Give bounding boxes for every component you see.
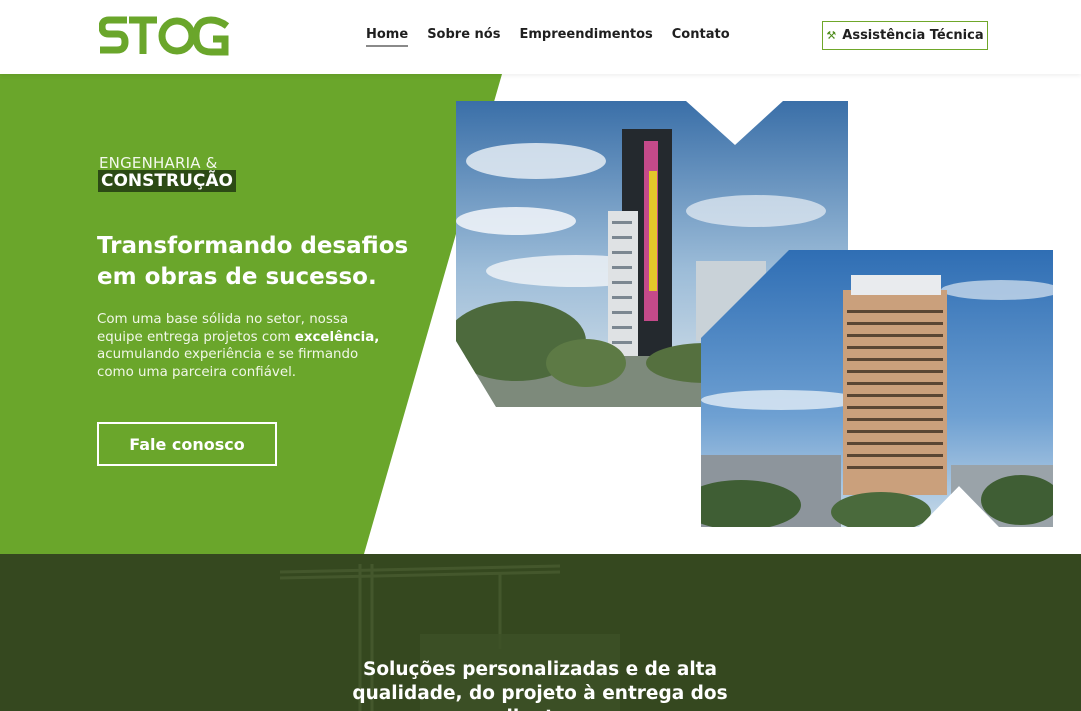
nav-contato[interactable]: Contato <box>672 27 730 47</box>
assistencia-tecnica-label: Assistência Técnica <box>842 28 984 43</box>
stog-logo[interactable] <box>99 16 233 56</box>
hero-desc-bold: excelência, <box>294 329 380 345</box>
solutions-title: Soluções personalizadas e de alta qualid… <box>352 659 728 711</box>
main-nav: Home Sobre nós Empreendimentos Contato <box>366 27 730 47</box>
hero-section: ENGENHARIA & CONSTRUÇÃO Transformando de… <box>0 74 1081 554</box>
nav-home[interactable]: Home <box>366 27 409 47</box>
building-image-2 <box>701 250 1053 527</box>
nav-empreendimentos[interactable]: Empreendimentos <box>519 27 652 47</box>
assistencia-tecnica-button[interactable]: ⚒ Assistência Técnica <box>822 21 988 50</box>
fale-conosco-button[interactable]: Fale conosco <box>97 422 277 466</box>
site-header: Home Sobre nós Empreendimentos Contato ⚒… <box>0 0 1081 74</box>
solutions-section: Soluções personalizadas e de alta qualid… <box>0 554 1081 711</box>
hero-description: Com uma base sólida no setor, nossa equi… <box>97 311 397 381</box>
hero-kicker-construcao: CONSTRUÇÃO <box>98 170 236 192</box>
hero-desc-text-2: acumulando experiência e se firmando com… <box>97 347 359 380</box>
nav-sobre-nos[interactable]: Sobre nós <box>427 27 500 47</box>
tools-icon: ⚒ <box>826 29 837 42</box>
hero-headline: Transformando desafios em obras de suces… <box>97 233 409 290</box>
